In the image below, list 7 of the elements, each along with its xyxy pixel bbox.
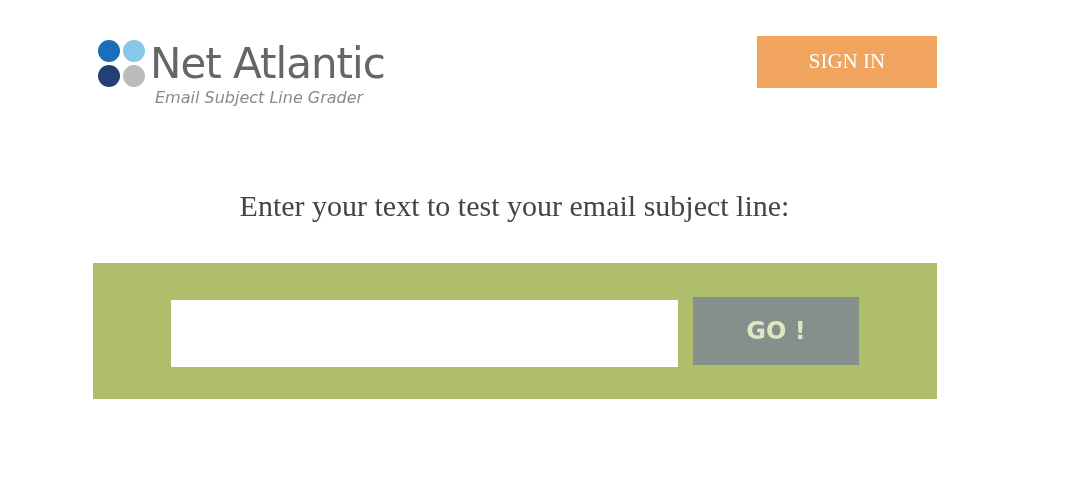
logo-dots-icon <box>98 40 146 88</box>
subject-line-field[interactable] <box>171 299 678 367</box>
logo-tagline: Email Subject Line Grader <box>155 88 365 108</box>
sign-in-button[interactable]: SIGN IN <box>757 36 937 88</box>
logo-wordmark: Net Atlantic <box>150 40 385 88</box>
go-button[interactable]: GO ! <box>693 297 859 365</box>
prompt-text: Enter your text to test your email subject line: <box>239 188 790 224</box>
